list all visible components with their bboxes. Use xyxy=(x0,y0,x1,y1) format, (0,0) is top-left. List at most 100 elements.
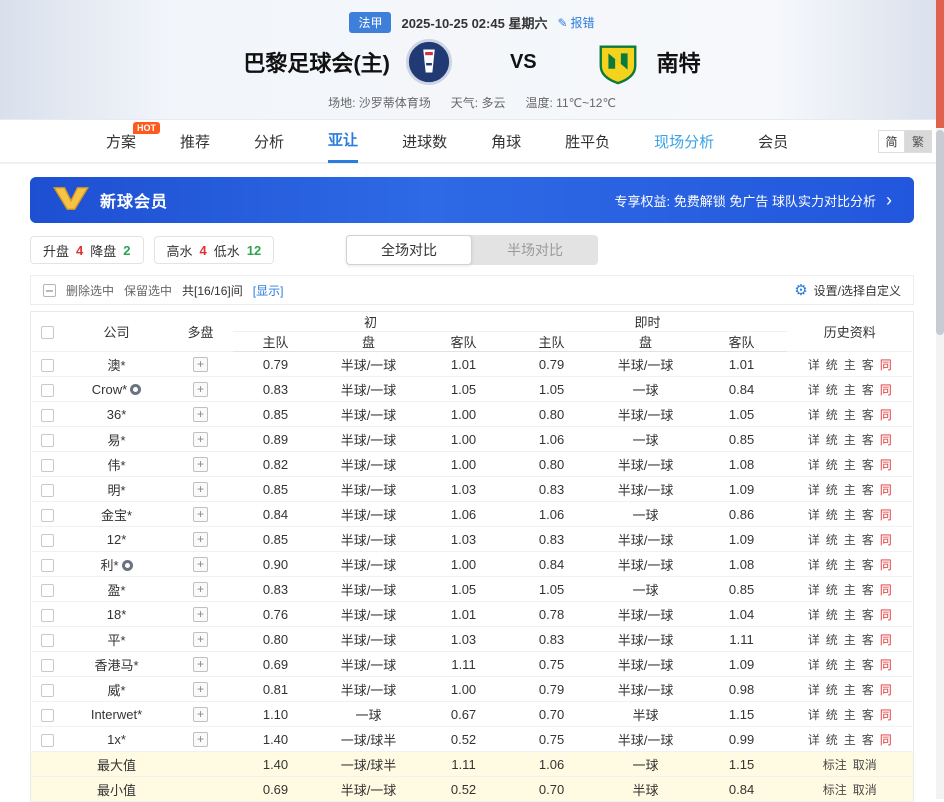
history-link[interactable]: 统 xyxy=(826,433,838,447)
select-toggle-checkbox[interactable] xyxy=(43,284,56,297)
row-checkbox[interactable] xyxy=(41,409,54,422)
row-checkbox[interactable] xyxy=(41,359,54,372)
filter-updown-pill[interactable]: 升盘4 降盘2 xyxy=(30,236,144,264)
history-link[interactable]: 统 xyxy=(826,658,838,672)
history-link[interactable]: 详 xyxy=(808,558,820,572)
tab-plans[interactable]: 方案HOT xyxy=(106,119,136,163)
tab-membership[interactable]: 会员 xyxy=(758,119,788,163)
history-link[interactable]: 同 xyxy=(880,708,892,722)
tab-1x2[interactable]: 胜平负 xyxy=(565,119,610,163)
history-link[interactable]: 客 xyxy=(862,608,874,622)
lang-traditional-button[interactable]: 繁 xyxy=(905,130,932,153)
history-link[interactable]: 同 xyxy=(880,733,892,747)
history-link[interactable]: 统 xyxy=(826,733,838,747)
history-link[interactable]: 客 xyxy=(862,558,874,572)
history-link[interactable]: 主 xyxy=(844,533,856,547)
expand-plus-button[interactable]: + xyxy=(193,657,208,672)
history-link[interactable]: 统 xyxy=(826,358,838,372)
history-link[interactable]: 详 xyxy=(808,358,820,372)
row-checkbox[interactable] xyxy=(41,709,54,722)
history-link[interactable]: 同 xyxy=(880,558,892,572)
history-link[interactable]: 详 xyxy=(808,708,820,722)
history-link[interactable]: 主 xyxy=(844,358,856,372)
tab-asian-handicap[interactable]: 亚让 xyxy=(328,119,358,163)
history-link[interactable]: 详 xyxy=(808,533,820,547)
row-checkbox[interactable] xyxy=(41,459,54,472)
row-checkbox[interactable] xyxy=(41,509,54,522)
expand-plus-button[interactable]: + xyxy=(193,407,208,422)
history-link[interactable]: 详 xyxy=(808,408,820,422)
expand-plus-button[interactable]: + xyxy=(193,357,208,372)
expand-plus-button[interactable]: + xyxy=(193,607,208,622)
summary-action[interactable]: 标注 xyxy=(823,758,847,772)
history-link[interactable]: 详 xyxy=(808,583,820,597)
history-link[interactable]: 客 xyxy=(862,358,874,372)
history-link[interactable]: 详 xyxy=(808,633,820,647)
tab-recommend[interactable]: 推荐 xyxy=(180,119,210,163)
settings-link[interactable]: ⚙ 设置/选择自定义 xyxy=(794,282,901,299)
row-checkbox[interactable] xyxy=(41,634,54,647)
history-link[interactable]: 主 xyxy=(844,708,856,722)
history-link[interactable]: 统 xyxy=(826,508,838,522)
history-link[interactable]: 客 xyxy=(862,708,874,722)
expand-plus-button[interactable]: + xyxy=(193,582,208,597)
history-link[interactable]: 客 xyxy=(862,383,874,397)
history-link[interactable]: 主 xyxy=(844,383,856,397)
history-link[interactable]: 客 xyxy=(862,408,874,422)
history-link[interactable]: 统 xyxy=(826,633,838,647)
history-link[interactable]: 统 xyxy=(826,558,838,572)
tab-live-analysis[interactable]: 现场分析 xyxy=(654,119,714,163)
history-link[interactable]: 同 xyxy=(880,683,892,697)
row-checkbox[interactable] xyxy=(41,384,54,397)
history-link[interactable]: 主 xyxy=(844,633,856,647)
row-checkbox[interactable] xyxy=(41,559,54,572)
history-link[interactable]: 详 xyxy=(808,483,820,497)
history-link[interactable]: 客 xyxy=(862,458,874,472)
history-link[interactable]: 客 xyxy=(862,683,874,697)
vip-benefits-link[interactable]: 专享权益: 免费解锁 免广告 球队实力对比分析 › xyxy=(615,191,892,210)
history-link[interactable]: 客 xyxy=(862,733,874,747)
history-link[interactable]: 同 xyxy=(880,358,892,372)
history-link[interactable]: 同 xyxy=(880,533,892,547)
history-link[interactable]: 统 xyxy=(826,708,838,722)
history-link[interactable]: 同 xyxy=(880,458,892,472)
history-link[interactable]: 同 xyxy=(880,583,892,597)
history-link[interactable]: 主 xyxy=(844,658,856,672)
history-link[interactable]: 主 xyxy=(844,733,856,747)
history-link[interactable]: 客 xyxy=(862,483,874,497)
history-link[interactable]: 统 xyxy=(826,383,838,397)
expand-plus-button[interactable]: + xyxy=(193,482,208,497)
tab-analysis[interactable]: 分析 xyxy=(254,119,284,163)
history-link[interactable]: 详 xyxy=(808,508,820,522)
row-checkbox[interactable] xyxy=(41,584,54,597)
history-link[interactable]: 同 xyxy=(880,433,892,447)
row-checkbox[interactable] xyxy=(41,534,54,547)
history-link[interactable]: 主 xyxy=(844,608,856,622)
history-link[interactable]: 详 xyxy=(808,383,820,397)
expand-plus-button[interactable]: + xyxy=(193,382,208,397)
history-link[interactable]: 同 xyxy=(880,633,892,647)
history-link[interactable]: 统 xyxy=(826,408,838,422)
history-link[interactable]: 客 xyxy=(862,433,874,447)
select-all-checkbox[interactable] xyxy=(41,326,54,339)
history-link[interactable]: 主 xyxy=(844,433,856,447)
report-error-link[interactable]: ✎ 报错 xyxy=(557,14,594,31)
history-link[interactable]: 详 xyxy=(808,608,820,622)
expand-plus-button[interactable]: + xyxy=(193,732,208,747)
history-link[interactable]: 主 xyxy=(844,408,856,422)
history-link[interactable]: 客 xyxy=(862,583,874,597)
expand-plus-button[interactable]: + xyxy=(193,457,208,472)
history-link[interactable]: 客 xyxy=(862,633,874,647)
scrollbar-thumb[interactable] xyxy=(936,130,944,335)
expand-plus-button[interactable]: + xyxy=(193,532,208,547)
expand-plus-button[interactable]: + xyxy=(193,632,208,647)
history-link[interactable]: 客 xyxy=(862,508,874,522)
keep-selected-button[interactable]: 保留选中 xyxy=(124,282,172,299)
half-match-toggle[interactable]: 半场对比 xyxy=(472,235,598,265)
history-link[interactable]: 统 xyxy=(826,483,838,497)
history-link[interactable]: 客 xyxy=(862,658,874,672)
filter-water-pill[interactable]: 高水4 低水12 xyxy=(154,236,275,264)
show-link[interactable]: [显示] xyxy=(253,282,284,299)
history-link[interactable]: 主 xyxy=(844,583,856,597)
history-link[interactable]: 详 xyxy=(808,733,820,747)
